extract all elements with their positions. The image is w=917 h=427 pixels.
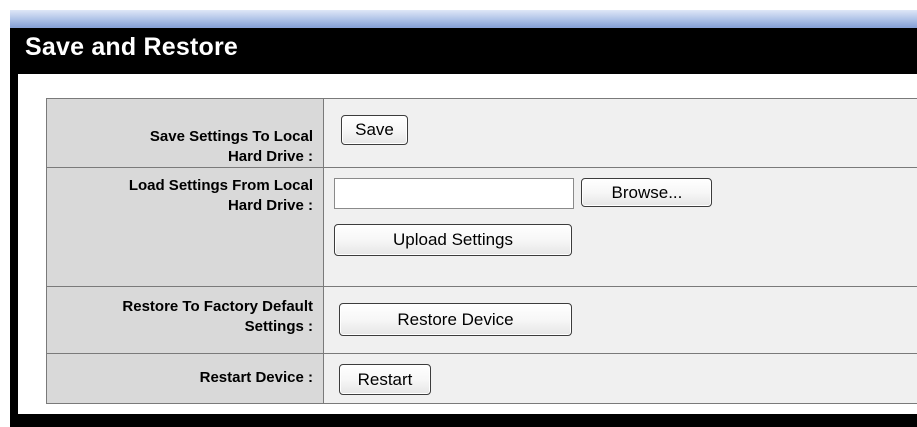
load-settings-label-cell: Load Settings From Local Hard Drive : bbox=[46, 167, 324, 287]
table-row: Load Settings From Local Hard Drive : Br… bbox=[46, 167, 917, 287]
load-settings-label-line2: Hard Drive : bbox=[227, 197, 313, 214]
save-restore-table: Save Settings To Local Hard Drive : Save… bbox=[46, 98, 917, 404]
browse-button[interactable]: Browse... bbox=[581, 178, 713, 207]
restart-button[interactable]: Restart bbox=[339, 364, 431, 395]
restore-factory-label-cell: Restore To Factory Default Settings : bbox=[46, 286, 324, 354]
save-settings-label-cell: Save Settings To Local Hard Drive : bbox=[46, 98, 324, 168]
restart-device-label: Restart Device : bbox=[199, 369, 313, 386]
table-row: Restore To Factory Default Settings : Re… bbox=[46, 286, 917, 354]
table-row: Restart Device : Restart bbox=[46, 353, 917, 404]
save-settings-label-line1: Save Settings To Local bbox=[149, 128, 313, 145]
restore-factory-control-cell: Restore Device bbox=[323, 286, 917, 354]
restore-factory-label-line1: Restore To Factory Default bbox=[122, 298, 313, 315]
restore-device-button[interactable]: Restore Device bbox=[339, 303, 572, 336]
header-bar: Save and Restore bbox=[10, 28, 917, 74]
save-settings-control-cell: Save bbox=[323, 98, 917, 168]
load-settings-control-cell: Browse... Upload Settings bbox=[323, 167, 917, 287]
bottom-border-bar bbox=[10, 414, 917, 427]
settings-file-field[interactable] bbox=[334, 178, 574, 209]
restore-factory-label-line2: Settings : bbox=[244, 318, 313, 335]
content-panel: Save Settings To Local Hard Drive : Save… bbox=[10, 74, 917, 414]
save-button[interactable]: Save bbox=[341, 115, 408, 145]
restart-device-label-cell: Restart Device : bbox=[46, 353, 324, 404]
table-row: Save Settings To Local Hard Drive : Save bbox=[46, 98, 917, 168]
page-title: Save and Restore bbox=[25, 33, 239, 61]
upload-settings-button[interactable]: Upload Settings bbox=[334, 224, 572, 256]
page-frame: Save and Restore Save Settings To Local … bbox=[0, 0, 917, 427]
load-settings-label-line1: Load Settings From Local bbox=[128, 177, 313, 194]
restart-device-control-cell: Restart bbox=[323, 353, 917, 404]
save-settings-label-line2: Hard Drive : bbox=[227, 148, 313, 165]
